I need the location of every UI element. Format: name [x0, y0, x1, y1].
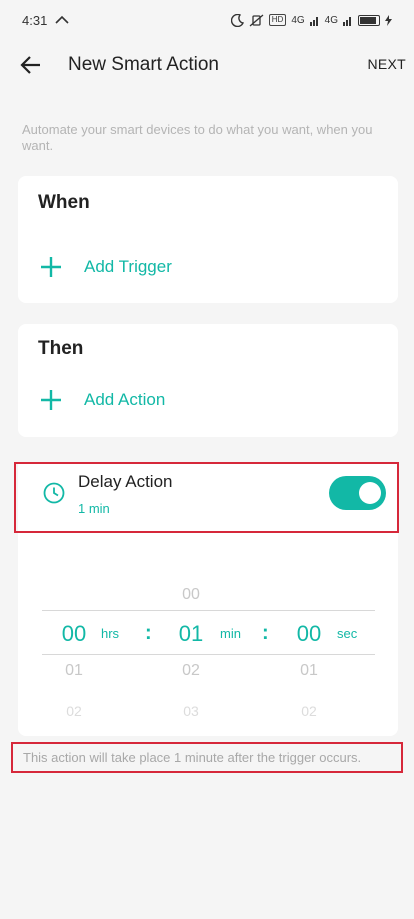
minute-selected[interactable]: 01: [161, 621, 221, 647]
picker-divider-top: [42, 610, 375, 611]
hd-badge: HD: [268, 14, 287, 26]
status-time: 4:31: [22, 12, 48, 28]
plus-icon: [41, 390, 61, 410]
then-heading: Then: [38, 338, 84, 359]
second-selected[interactable]: 00: [279, 621, 339, 647]
picker-separator-2: :: [262, 622, 269, 644]
minutes-unit: min: [220, 626, 241, 641]
hour-selected[interactable]: 00: [44, 621, 104, 647]
second-option-below[interactable]: 01: [279, 662, 339, 680]
minute-option-below-2[interactable]: 03: [161, 703, 221, 719]
hour-option-below[interactable]: 01: [44, 662, 104, 680]
hours-unit: hrs: [101, 626, 120, 641]
network-indicator-1: 4G: [291, 14, 305, 26]
battery-icon: [358, 14, 380, 26]
back-arrow-icon[interactable]: [18, 52, 44, 78]
seconds-unit: sec: [337, 626, 358, 641]
delay-note: This action will take place 1 minute aft…: [11, 742, 403, 773]
charging-icon: [385, 14, 392, 26]
picker-separator-1: :: [145, 622, 152, 644]
status-bar: 4:31 HD 4G 4G: [0, 0, 414, 40]
minute-option-below[interactable]: 02: [161, 662, 221, 680]
add-action-button[interactable]: Add Action: [38, 387, 165, 413]
when-heading: When: [38, 192, 90, 213]
page-description: Automate your smart devices to do what y…: [22, 122, 373, 153]
vibrate-off-icon: [249, 14, 264, 26]
minute-option-above[interactable]: 00: [161, 586, 221, 604]
plus-icon: [41, 257, 61, 277]
signal-icon-2: [343, 16, 351, 26]
then-card: Then Add Action: [18, 324, 398, 437]
delay-note-text: This action will take place 1 minute aft…: [23, 750, 362, 765]
picker-divider-bottom: [42, 654, 375, 655]
next-button[interactable]: NEXT: [367, 56, 406, 72]
moon-icon: [230, 13, 244, 27]
page-title: New Smart Action: [68, 54, 219, 75]
hour-option-below-2[interactable]: 02: [44, 703, 104, 719]
signal-icon-1: [309, 16, 318, 26]
network-indicator-2: 4G: [324, 14, 338, 26]
add-trigger-label: Add Trigger: [84, 257, 172, 276]
add-trigger-button[interactable]: Add Trigger: [38, 254, 172, 280]
add-action-label: Add Action: [84, 390, 166, 409]
app-bar: New Smart Action NEXT: [0, 44, 414, 88]
missed-call-icon: [55, 15, 69, 24]
highlight-box: [14, 462, 399, 533]
second-option-below-2[interactable]: 02: [279, 703, 339, 719]
when-card: When Add Trigger: [18, 176, 398, 303]
